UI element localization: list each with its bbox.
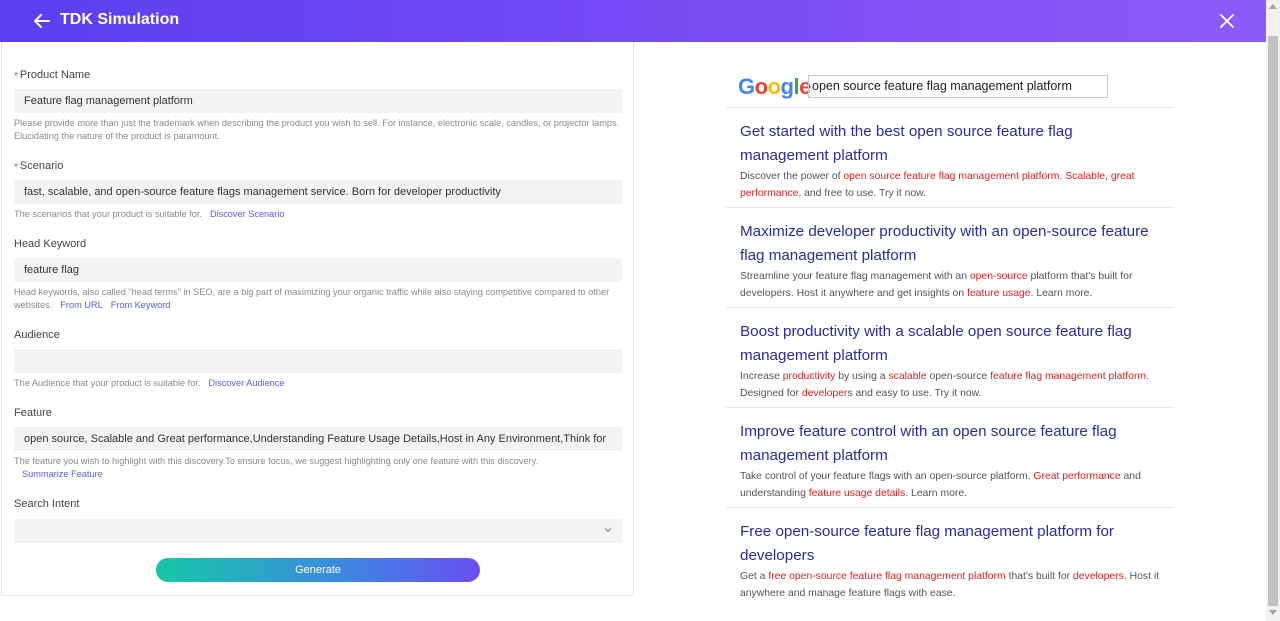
product-name-hint: Please provide more than just the tradem… — [14, 118, 620, 141]
scenario-input[interactable]: fast, scalable, and open-source feature … — [14, 180, 622, 204]
highlighted-keyword: developer — [801, 387, 848, 399]
product-form: * Product Name Feature flag management pl… — [1, 42, 634, 596]
modal-title: TDK Simulation — [60, 11, 180, 28]
product-name-input[interactable]: Feature flag management platform — [14, 89, 622, 113]
description-text: Increase — [740, 371, 783, 382]
back-button[interactable] — [32, 11, 52, 31]
highlighted-keyword: developers — [1072, 571, 1124, 582]
from-url-link[interactable]: From URL — [60, 300, 102, 310]
feature-hint: The feature you wish to highlight with t… — [14, 456, 539, 479]
scroll-up-arrow[interactable] — [1269, 4, 1277, 9]
description-text: Discover the power of — [740, 171, 844, 182]
chevron-down-icon — [604, 528, 612, 533]
audience-hint: The Audience that your product is suitab… — [14, 378, 285, 388]
result-description: Discover the power of open source featur… — [740, 169, 1160, 202]
description-text: open-source — [926, 371, 991, 382]
highlighted-keyword: Scalable — [1065, 171, 1106, 182]
description-text: . Learn more. — [905, 487, 968, 499]
google-logo-letter: g — [780, 74, 794, 99]
close-button[interactable] — [1218, 12, 1236, 30]
description-text: s and easy to use. Try it now. — [847, 387, 982, 399]
description-text: that's built for — [1005, 571, 1073, 582]
search-bar: Google open source feature flag manageme… — [738, 72, 1178, 106]
google-logo-letter: o — [767, 74, 781, 99]
description-text: Streamline your feature flag management … — [740, 271, 970, 282]
description-text: by using a — [835, 371, 889, 382]
result-description: Take control of your feature flags with … — [740, 469, 1160, 502]
head-keyword-label: Head Keyword — [14, 238, 87, 250]
from-keyword-link[interactable]: From Keyword — [111, 300, 171, 310]
highlighted-keyword: open source feature flag management plat… — [843, 171, 1060, 182]
page-scrollbar[interactable] — [1266, 0, 1280, 621]
google-logo: Google — [738, 74, 811, 100]
result-title-link[interactable]: Improve feature control with an open sou… — [740, 420, 1160, 467]
result-title-link[interactable]: Maximize developer productivity with an … — [740, 220, 1160, 267]
highlighted-keyword: feature usage details — [808, 487, 906, 499]
highlighted-keyword: open-source — [969, 271, 1028, 282]
highlighted-keyword: free — [768, 571, 787, 582]
search-result: Maximize developer productivity with an … — [726, 207, 1174, 307]
result-title-link[interactable]: Free open-source feature flag management… — [740, 520, 1160, 567]
required-marker: * — [14, 71, 18, 82]
description-text: Get a — [740, 571, 769, 582]
search-intent-select[interactable] — [14, 519, 622, 543]
google-logo-letter: G — [738, 74, 755, 99]
discover-scenario-link[interactable]: Discover Scenario — [210, 209, 285, 219]
required-marker: * — [14, 162, 18, 173]
description-text: Take control of your feature flags with … — [740, 471, 1034, 482]
scroll-down-arrow[interactable] — [1269, 610, 1277, 615]
result-description: Increase productivity by using a scalabl… — [740, 369, 1160, 402]
highlighted-keyword: feature flag management platform — [990, 371, 1147, 382]
highlighted-keyword: Great performance — [1033, 471, 1121, 482]
head-keyword-input[interactable]: feature flag — [14, 258, 622, 282]
modal-header: TDK Simulation — [0, 0, 1280, 42]
search-result: Improve feature control with an open sou… — [726, 407, 1174, 507]
scenario-hint: The scenarios that your product is suita… — [14, 209, 285, 219]
description-text: . Learn more. — [1030, 287, 1093, 299]
scroll-thumb[interactable] — [1268, 36, 1278, 606]
scenario-label: * Scenario — [14, 160, 64, 173]
generate-button[interactable]: Generate — [156, 558, 480, 582]
serp-preview: Google open source feature flag manageme… — [634, 42, 1266, 621]
highlighted-keyword: open-source feature flag management plat… — [789, 571, 1006, 582]
search-result: Get started with the best open source fe… — [726, 107, 1174, 207]
discover-audience-link[interactable]: Discover Audience — [208, 378, 284, 388]
product-name-label: * Product Name — [14, 69, 91, 82]
search-result: Boost productivity with a scalable open … — [726, 307, 1174, 407]
audience-label: Audience — [14, 329, 60, 341]
result-description: Streamline your feature flag management … — [740, 269, 1160, 302]
google-logo-letter: o — [754, 74, 768, 99]
head-keyword-hint: Head keywords, also called "head terms" … — [14, 287, 610, 310]
search-intent-label: Search Intent — [14, 498, 80, 510]
result-description: Get a free open-source feature flag mana… — [740, 569, 1160, 602]
description-text: , and free to use. Try it now. — [798, 187, 926, 199]
result-title-link[interactable]: Get started with the best open source fe… — [740, 120, 1160, 167]
search-query-box[interactable]: open source feature flag management plat… — [808, 75, 1108, 98]
feature-label: Feature — [14, 407, 52, 419]
arrow-left-icon — [34, 14, 50, 28]
summarize-feature-link[interactable]: Summarize Feature — [22, 469, 103, 479]
search-result: Free open-source feature flag management… — [726, 507, 1174, 607]
feature-input[interactable]: open source, Scalable and Great performa… — [14, 427, 622, 451]
close-icon — [1220, 14, 1234, 28]
highlighted-keyword: productivity — [782, 371, 836, 382]
result-title-link[interactable]: Boost productivity with a scalable open … — [740, 320, 1160, 367]
audience-input[interactable] — [14, 349, 622, 373]
highlighted-keyword: feature usage — [967, 287, 1031, 299]
highlighted-keyword: scalable — [888, 371, 927, 382]
